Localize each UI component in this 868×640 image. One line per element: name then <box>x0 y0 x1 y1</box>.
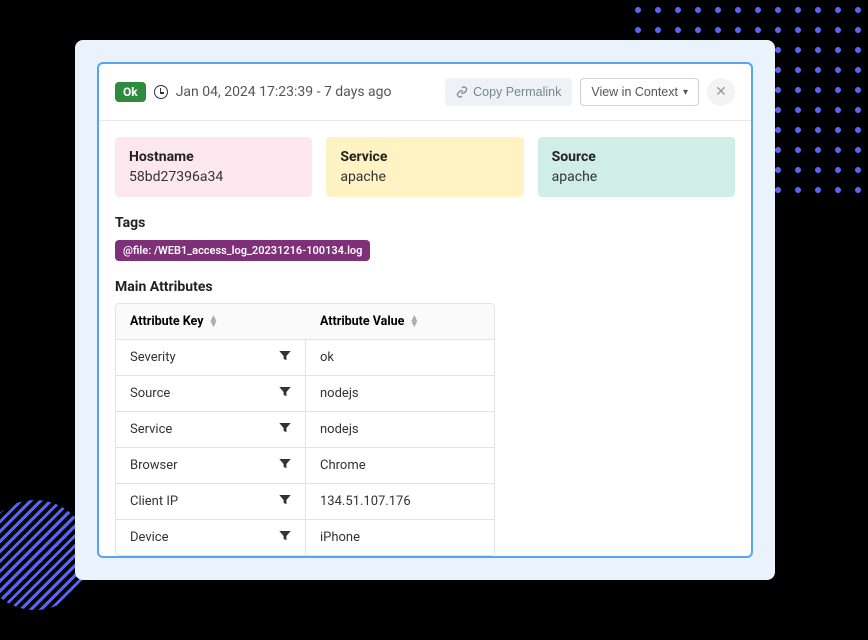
filter-icon[interactable] <box>279 494 291 509</box>
attr-value: Chrome <box>306 448 494 483</box>
service-label: Service <box>340 149 509 165</box>
hostname-box[interactable]: Hostname 58bd27396a34 <box>115 137 312 197</box>
attr-key-cell: Client IP <box>116 484 306 519</box>
attr-key-cell: Browser <box>116 448 306 483</box>
attr-value: ok <box>306 340 494 375</box>
attr-value: 134.51.107.176 <box>306 484 494 519</box>
table-body: SeverityokSourcenodejsServicenodejsBrows… <box>116 340 494 555</box>
hostname-label: Hostname <box>129 149 298 165</box>
filter-icon[interactable] <box>279 350 291 365</box>
copy-permalink-label: Copy Permalink <box>473 85 561 99</box>
column-value-header[interactable]: Attribute Value ▲▼ <box>306 304 494 339</box>
attributes-title: Main Attributes <box>115 279 735 295</box>
attr-key: Device <box>130 530 169 545</box>
attr-key: Severity <box>130 350 176 365</box>
attr-key: Browser <box>130 458 178 473</box>
source-value: apache <box>552 169 721 185</box>
panel-inner: Ok Jan 04, 2024 17:23:39 - 7 days ago Co… <box>97 62 753 558</box>
filter-icon[interactable] <box>279 530 291 545</box>
attr-key-cell: Source <box>116 376 306 411</box>
column-key-label: Attribute Key <box>130 314 204 329</box>
table-row: Source nodejs <box>116 376 494 412</box>
panel-header: Ok Jan 04, 2024 17:23:39 - 7 days ago Co… <box>99 64 751 121</box>
table-header: Attribute Key ▲▼ Attribute Value ▲▼ <box>116 304 494 340</box>
attributes-table: Attribute Key ▲▼ Attribute Value ▲▼ Seve… <box>115 303 495 556</box>
clock-icon <box>154 85 168 99</box>
service-value: apache <box>340 169 509 185</box>
table-row: Service nodejs <box>116 412 494 448</box>
tags-title: Tags <box>115 215 735 231</box>
copy-permalink-button[interactable]: Copy Permalink <box>445 78 572 106</box>
table-row: Client IP 134.51.107.176 <box>116 484 494 520</box>
filter-icon[interactable] <box>279 422 291 437</box>
view-in-context-label: View in Context <box>591 85 678 99</box>
attr-key: Client IP <box>130 494 178 509</box>
attr-value: nodejs <box>306 412 494 447</box>
source-label: Source <box>552 149 721 165</box>
table-row: Severity ok <box>116 340 494 376</box>
link-icon <box>456 86 468 98</box>
service-box[interactable]: Service apache <box>326 137 523 197</box>
attr-key-cell: Severity <box>116 340 306 375</box>
attr-value: iPhone <box>306 520 494 555</box>
sort-icon: ▲▼ <box>209 316 219 328</box>
column-value-label: Attribute Value <box>320 314 404 329</box>
tag-pill[interactable]: @file: /WEB1_access_log_20231216-100134.… <box>115 240 370 261</box>
table-row: Browser Chrome <box>116 448 494 484</box>
table-row: Device iPhone <box>116 520 494 555</box>
attr-key: Source <box>130 386 170 401</box>
attr-key-cell: Device <box>116 520 306 555</box>
panel-content: Hostname 58bd27396a34 Service apache Sou… <box>99 121 751 558</box>
hostname-value: 58bd27396a34 <box>129 169 298 185</box>
panel-outer: Ok Jan 04, 2024 17:23:39 - 7 days ago Co… <box>75 40 775 580</box>
attr-key: Service <box>130 422 172 437</box>
filter-icon[interactable] <box>279 386 291 401</box>
sort-icon: ▲▼ <box>409 316 419 328</box>
view-in-context-button[interactable]: View in Context ▾ <box>580 78 699 106</box>
close-button[interactable]: ✕ <box>707 78 735 106</box>
info-boxes: Hostname 58bd27396a34 Service apache Sou… <box>115 137 735 197</box>
attr-value: nodejs <box>306 376 494 411</box>
source-box[interactable]: Source apache <box>538 137 735 197</box>
column-key-header[interactable]: Attribute Key ▲▼ <box>116 304 306 339</box>
chevron-down-icon: ▾ <box>683 87 688 98</box>
status-badge: Ok <box>115 82 146 102</box>
close-icon: ✕ <box>715 84 727 100</box>
filter-icon[interactable] <box>279 458 291 473</box>
timestamp: Jan 04, 2024 17:23:39 - 7 days ago <box>176 84 437 100</box>
attr-key-cell: Service <box>116 412 306 447</box>
